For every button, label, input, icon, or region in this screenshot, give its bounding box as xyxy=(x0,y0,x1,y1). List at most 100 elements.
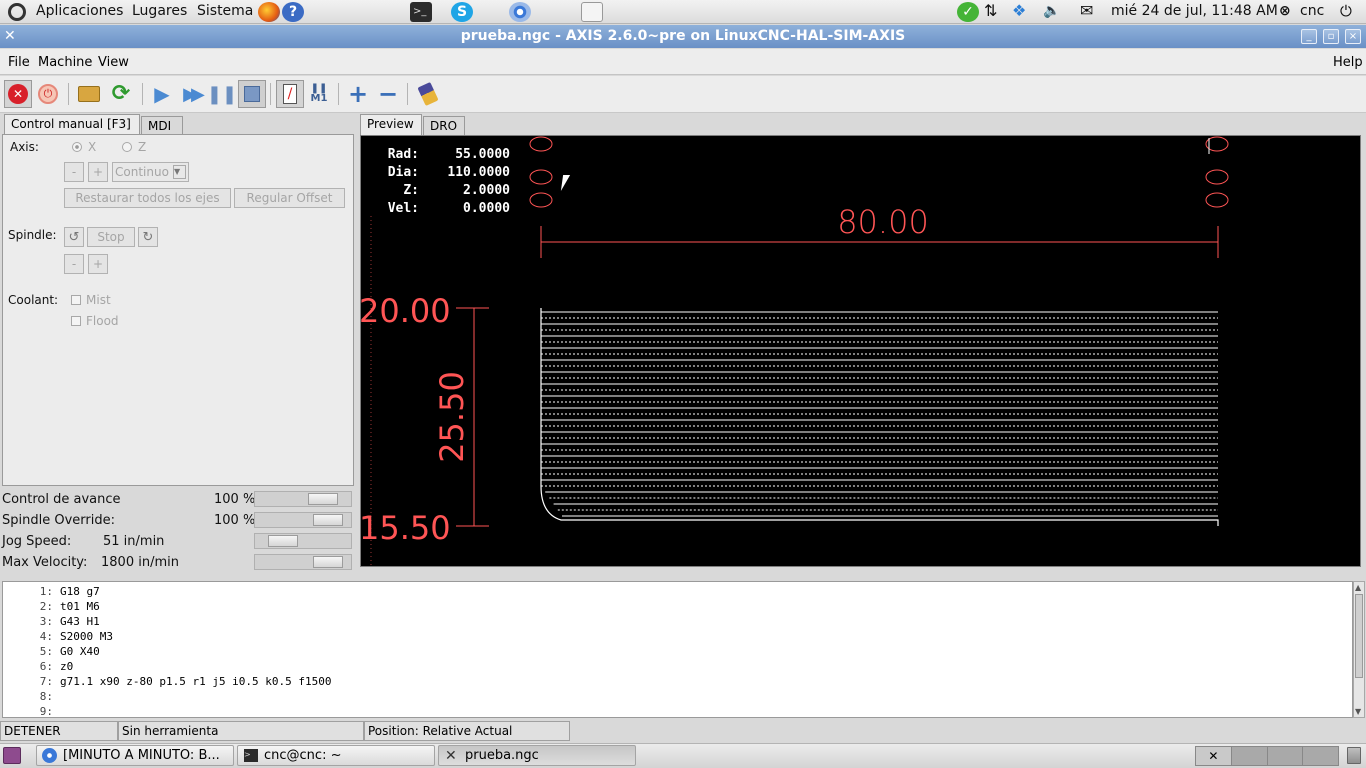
gcode-line-text: G43 H1 xyxy=(60,615,100,628)
firefox-icon[interactable] xyxy=(258,2,280,22)
user-name[interactable]: cnc xyxy=(1300,3,1324,19)
feed-override-value: 100 % xyxy=(214,492,256,507)
mist-checkbox[interactable] xyxy=(71,295,81,305)
run-button[interactable]: ▶ xyxy=(148,80,176,108)
terminal-launcher-icon[interactable]: >_ xyxy=(410,2,432,22)
mail-icon[interactable]: ✉ xyxy=(1080,1,1093,20)
jog-minus-button[interactable]: - xyxy=(64,162,84,182)
flood-label: Flood xyxy=(86,314,119,328)
close-window-button[interactable]: × xyxy=(1345,29,1361,44)
optional-stop-toggle[interactable]: ❚❚ M1 xyxy=(305,80,333,108)
maximize-button[interactable]: ▫ xyxy=(1323,29,1339,44)
estop-button[interactable]: ✕ xyxy=(4,80,32,108)
open-file-button[interactable] xyxy=(75,80,103,108)
spindle-cw-button[interactable]: ↻ xyxy=(138,227,158,247)
preview-canvas[interactable]: 80.00 20.00 15.50 25.50 Rad: 55.0000 Dia:… xyxy=(360,135,1361,567)
menu-machine[interactable]: Machine xyxy=(38,55,92,70)
reload-icon: ⟳ xyxy=(111,81,131,106)
trash-icon[interactable] xyxy=(1347,747,1361,764)
broom-icon xyxy=(417,81,439,107)
machine-power-button[interactable]: ⏻ xyxy=(34,80,62,108)
workspace-2[interactable] xyxy=(1231,747,1268,765)
gcode-listing[interactable]: 1: G18 g7 2: t01 M6 3: G43 H1 4: S2000 M3 5: G0 X… xyxy=(2,581,1353,718)
max-velocity-slider[interactable] xyxy=(254,554,352,570)
slider-thumb[interactable] xyxy=(313,556,343,568)
window-menu-icon[interactable]: ✕ xyxy=(4,29,18,43)
gcode-line[interactable]: 9: xyxy=(3,704,60,719)
taskbar-item-terminal[interactable]: > cnc@cnc: ~ xyxy=(237,745,435,766)
slider-thumb[interactable] xyxy=(313,514,343,526)
gcode-line[interactable]: 7: g71.1 x90 z-80 p1.5 r1 j5 i0.5 k0.5 f1… xyxy=(3,674,332,689)
clear-backplot-button[interactable] xyxy=(414,80,442,108)
axis-x-radio[interactable] xyxy=(72,142,82,152)
workspace-4[interactable] xyxy=(1303,747,1338,765)
gcode-line[interactable]: 4: S2000 M3 xyxy=(3,629,113,644)
chromium-icon[interactable] xyxy=(509,2,531,22)
spindle-slower-button[interactable]: - xyxy=(64,254,84,274)
manual-control-panel xyxy=(2,134,354,486)
zoom-in-button[interactable]: + xyxy=(344,80,372,108)
jog-increment-select[interactable]: Continuo ▼ xyxy=(112,162,189,182)
pause-button[interactable]: ❚❚ xyxy=(207,80,237,108)
menu-sistema[interactable]: Sistema xyxy=(197,3,253,19)
volume-icon[interactable]: 🔈 xyxy=(1043,3,1060,19)
window-title-bar[interactable]: prueba.ngc - AXIS 2.6.0~pre on LinuxCNC-… xyxy=(0,25,1366,48)
step-button[interactable]: ▶▶ xyxy=(177,80,205,108)
block-delete-toggle[interactable]: / xyxy=(276,80,304,108)
menu-lugares[interactable]: Lugares xyxy=(132,3,187,19)
network-arrows-icon[interactable]: ⇅ xyxy=(984,1,997,20)
gcode-scrollbar[interactable]: ▲ ▼ xyxy=(1353,581,1365,718)
power-icon[interactable]: ⏻ xyxy=(1340,2,1352,20)
gcode-line[interactable]: 6: z0 xyxy=(3,659,74,674)
menu-help[interactable]: Help xyxy=(1333,55,1363,70)
tab-mdi[interactable]: MDI xyxy=(141,116,183,136)
spindle-ccw-button[interactable]: ↺ xyxy=(64,227,84,247)
help-icon[interactable]: ? xyxy=(282,2,304,22)
workspace-3[interactable] xyxy=(1267,747,1304,765)
tab-preview[interactable]: Preview xyxy=(360,114,422,136)
spindle-override-slider[interactable] xyxy=(254,512,352,528)
gcode-line[interactable]: 8: xyxy=(3,689,60,704)
scrollbar-thumb[interactable] xyxy=(1355,594,1363,678)
update-ok-icon[interactable]: ✓ xyxy=(957,2,979,22)
text-editor-icon[interactable] xyxy=(581,2,603,22)
stop-button[interactable] xyxy=(238,80,266,108)
jog-plus-button[interactable]: + xyxy=(88,162,108,182)
menu-file[interactable]: File xyxy=(8,55,30,70)
taskbar-item-label: [MINUTO A MINUTO: B... xyxy=(63,748,220,763)
zoom-out-button[interactable]: − xyxy=(374,80,402,108)
scroll-up-icon[interactable]: ▲ xyxy=(1355,583,1361,592)
dropbox-icon[interactable]: ❖ xyxy=(1012,1,1026,20)
spindle-faster-button[interactable]: + xyxy=(88,254,108,274)
scroll-down-icon[interactable]: ▼ xyxy=(1355,707,1361,716)
workspace-switcher[interactable]: ✕ xyxy=(1195,746,1339,766)
jog-speed-slider[interactable] xyxy=(254,533,352,549)
gcode-line[interactable]: 1: G18 g7 xyxy=(3,584,100,599)
taskbar-item-browser[interactable]: [MINUTO A MINUTO: B... xyxy=(36,745,234,766)
menu-view[interactable]: View xyxy=(98,55,129,70)
dro-value: 2.0000 xyxy=(463,183,510,198)
home-all-button[interactable]: Restaurar todos los ejes xyxy=(64,188,231,208)
gcode-line[interactable]: 3: G43 H1 xyxy=(3,614,100,629)
flood-checkbox[interactable] xyxy=(71,316,81,326)
taskbar-item-axis[interactable]: ✕ prueba.ngc xyxy=(438,745,636,766)
ubuntu-logo-icon[interactable] xyxy=(8,3,26,21)
spindle-stop-button[interactable]: Stop xyxy=(87,227,135,247)
clock[interactable]: mié 24 de jul, 11:48 AM xyxy=(1111,3,1278,19)
skype-icon[interactable]: S xyxy=(451,2,473,22)
axis-z-radio[interactable] xyxy=(122,142,132,152)
reload-button[interactable]: ⟳ xyxy=(107,80,135,108)
workspace-1[interactable]: ✕ xyxy=(1196,747,1232,765)
tab-dro[interactable]: DRO xyxy=(423,116,465,136)
minimize-button[interactable]: _ xyxy=(1301,29,1317,44)
feed-override-slider[interactable] xyxy=(254,491,352,507)
tab-manual-control[interactable]: Control manual [F3] xyxy=(4,114,140,136)
play-icon: ▶ xyxy=(154,82,170,106)
slider-thumb[interactable] xyxy=(308,493,338,505)
slider-thumb[interactable] xyxy=(268,535,298,547)
gcode-line[interactable]: 5: G0 X40 xyxy=(3,644,100,659)
touch-off-button[interactable]: Regular Offset xyxy=(234,188,345,208)
menu-aplicaciones[interactable]: Aplicaciones xyxy=(36,3,123,19)
gcode-line[interactable]: 2: t01 M6 xyxy=(3,599,100,614)
show-desktop-icon[interactable] xyxy=(3,747,21,764)
